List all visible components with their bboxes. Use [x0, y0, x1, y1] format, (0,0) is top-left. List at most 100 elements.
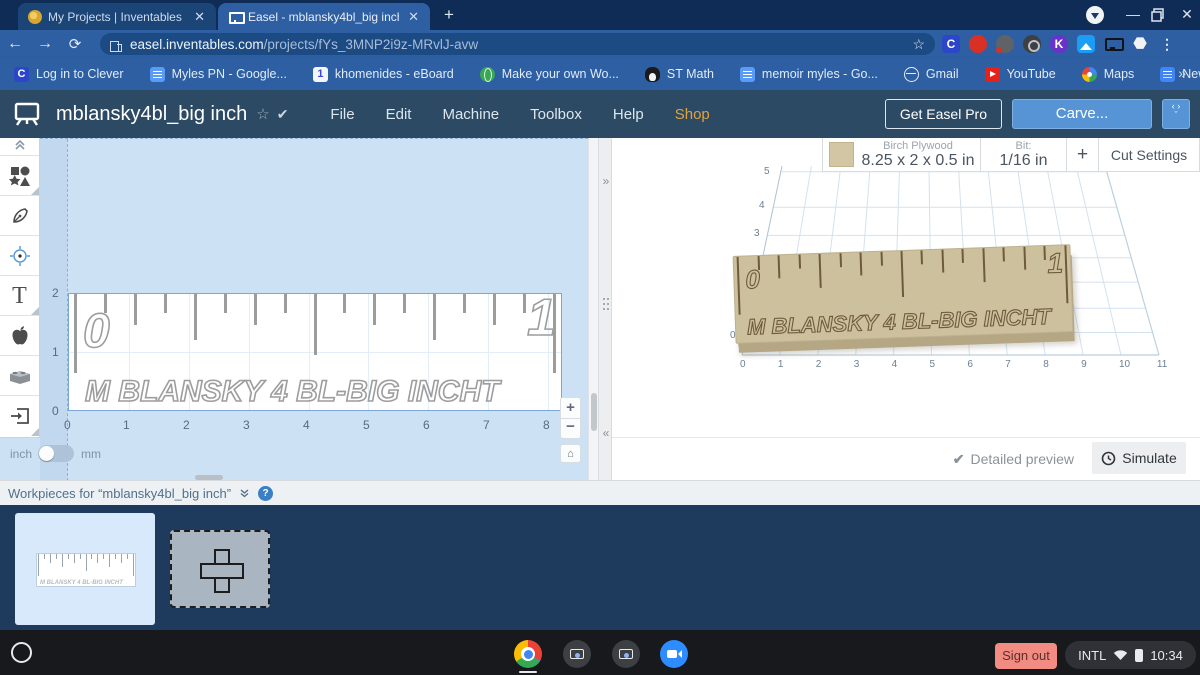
bookmark-item[interactable]: Maps	[1081, 66, 1134, 82]
design-digit-one[interactable]: 1	[526, 288, 557, 348]
panel-divider[interactable]: » «	[598, 138, 612, 480]
project-title[interactable]: mblansky4bl_big inch	[56, 103, 247, 126]
unit-mm-label[interactable]: mm	[81, 447, 101, 461]
tab-close-icon[interactable]: ✕	[191, 9, 208, 25]
menu-edit[interactable]: Edit	[386, 106, 412, 123]
bookmark-item[interactable]: YouTube	[984, 66, 1056, 82]
simulate-button[interactable]: Simulate	[1092, 442, 1186, 474]
launcher-button[interactable]	[11, 642, 32, 663]
menu-shop[interactable]: Shop	[675, 106, 710, 123]
collapse-left-chevron[interactable]: «	[599, 426, 613, 440]
detailed-preview-toggle[interactable]: ✔ Detailed preview	[953, 451, 1074, 468]
tool-import[interactable]	[0, 396, 39, 436]
virtual-keyboard-dismiss-button[interactable]	[1086, 6, 1104, 24]
bookmarks-overflow-chevron[interactable]: »	[1178, 65, 1186, 81]
globe-favicon	[479, 66, 495, 82]
tool-sidebar: T	[0, 138, 40, 438]
tool-text[interactable]: T	[0, 276, 39, 316]
double-chevron-up-icon	[14, 139, 25, 150]
workpiece-thumbnail-selected[interactable]: M BLANSKY 4 BL-BIG INCHT	[15, 513, 155, 625]
add-bit-button[interactable]: +	[1067, 138, 1099, 171]
reload-button[interactable]: ⟳	[60, 35, 90, 53]
bookmark-star-icon[interactable]: ☆	[912, 36, 925, 53]
canvas-vertical-scrollbar[interactable]	[588, 138, 598, 480]
extensions-puzzle-icon[interactable]: ⬣	[1131, 35, 1149, 53]
help-icon[interactable]: ?	[258, 485, 274, 501]
bookmark-item[interactable]: 1 khomenides - eBoard	[312, 66, 454, 82]
address-bar[interactable]: easel.inventables.com /projects/fYs_3MNP…	[100, 33, 935, 55]
browser-menu-icon[interactable]: ⋮	[1158, 35, 1176, 53]
divider-drag-handle[interactable]	[603, 298, 605, 300]
preview-3d-panel[interactable]: 0 1 2 3 4 5 6 7 8 9 10 11 3 4 5 0 0 0 1 M BLANSKY 4 BL-B…	[612, 138, 1200, 480]
window-minimize-button[interactable]: —	[1124, 6, 1142, 22]
jog-arrows-button[interactable]: ‹ › ˇ	[1162, 99, 1190, 129]
bit-selector[interactable]: Bit: 1/16 in	[981, 138, 1067, 171]
bookmark-item[interactable]: memoir myles - Go...	[739, 66, 878, 82]
forward-button[interactable]: →	[30, 35, 60, 53]
clever-favicon: C	[14, 66, 29, 82]
menu-help[interactable]: Help	[613, 106, 644, 123]
k-extension-icon[interactable]: K	[1050, 35, 1068, 53]
screenshot-extension-icon[interactable]	[1077, 35, 1095, 53]
tab-my-projects[interactable]: My Projects | Inventables ✕	[18, 3, 216, 30]
workpieces-collapse-chevron[interactable]	[239, 488, 250, 498]
zoom-home-button[interactable]: ⌂	[560, 444, 581, 463]
clever-extension-icon[interactable]: C	[942, 35, 960, 53]
new-tab-button[interactable]: +	[438, 4, 460, 26]
window-close-button[interactable]: ✕	[1178, 6, 1196, 23]
hand-extension-icon[interactable]	[969, 35, 987, 53]
design-canvas[interactable]: 0 1 M BLANSKY 4 BL-BIG INCHT 0 1 2 3 4 5 6 7 8 2…	[0, 138, 588, 481]
status-tray[interactable]: INTL 10:34	[1065, 641, 1196, 669]
tab-close-icon[interactable]: ✕	[405, 9, 422, 25]
carve-button[interactable]: Carve...	[1012, 99, 1152, 129]
camera-extension-icon[interactable]	[1023, 35, 1041, 53]
bookmark-item[interactable]: Myles PN - Google...	[149, 66, 287, 82]
menu-machine[interactable]: Machine	[442, 106, 499, 123]
workpiece-rectangle[interactable]: 0 1 M BLANSKY 4 BL-BIG INCHT	[68, 288, 562, 411]
zoom-app-icon[interactable]	[660, 640, 688, 668]
tool-shapes[interactable]	[0, 156, 39, 196]
menu-toolbox[interactable]: Toolbox	[530, 106, 582, 123]
unit-inch-label[interactable]: inch	[10, 447, 32, 461]
site-info-icon[interactable]	[110, 39, 122, 52]
cut-settings-button[interactable]: Cut Settings	[1099, 138, 1199, 171]
zoom-out-button[interactable]: −	[560, 419, 581, 439]
cast-monitor-icon[interactable]	[1104, 35, 1124, 53]
bookmark-item[interactable]: Make your own Wo...	[479, 66, 619, 82]
canvas-x-tick-label: 6	[423, 418, 430, 432]
bookmark-item[interactable]: C Log in to Clever	[14, 66, 124, 82]
menu-file[interactable]: File	[330, 106, 354, 123]
ruler-tick	[163, 294, 167, 313]
window-restore-button[interactable]	[1150, 7, 1166, 23]
add-workpiece-button[interactable]	[170, 530, 270, 608]
back-button[interactable]: ←	[0, 35, 30, 53]
ruler-tick	[79, 554, 81, 560]
doc-favicon	[739, 66, 755, 82]
profile-extension-icon[interactable]	[996, 35, 1014, 53]
material-selector[interactable]: Birch Plywood 8.25 x 2 x 0.5 in	[823, 138, 981, 171]
unit-toggle-switch[interactable]	[38, 445, 74, 462]
tool-3d-shapes[interactable]	[0, 356, 39, 396]
tool-pen[interactable]	[0, 196, 39, 236]
scrollbar-thumb[interactable]	[590, 393, 597, 431]
design-digit-zero[interactable]: 0	[82, 304, 110, 359]
design-text[interactable]: M BLANSKY 4 BL-BIG INCHT	[84, 374, 500, 409]
bookmark-item[interactable]: Gmail	[903, 66, 959, 82]
ruler-tick	[1002, 247, 1006, 262]
get-easel-pro-button[interactable]: Get Easel Pro	[884, 99, 1002, 129]
tab-easel-project[interactable]: Easel - mblansky4bl_big inch ✕	[218, 3, 430, 30]
zoom-in-button[interactable]: +	[560, 397, 581, 419]
bookmark-label: Log in to Clever	[36, 67, 124, 81]
camera-app-icon-2[interactable]	[612, 640, 640, 668]
chrome-app-icon[interactable]	[514, 640, 542, 668]
tool-drill-origin[interactable]	[0, 236, 39, 276]
tool-apps-apple[interactable]	[0, 316, 39, 356]
ruler-tick	[1064, 245, 1069, 304]
camera-app-icon[interactable]	[563, 640, 591, 668]
sign-out-button[interactable]: Sign out	[995, 643, 1057, 669]
sidebar-collapse-button[interactable]	[0, 138, 39, 156]
bookmark-item[interactable]: ST Math	[644, 66, 714, 82]
expand-right-chevron[interactable]: »	[599, 174, 613, 188]
favorite-star-icon[interactable]: ☆	[256, 105, 269, 123]
ruler-tick	[798, 254, 801, 269]
